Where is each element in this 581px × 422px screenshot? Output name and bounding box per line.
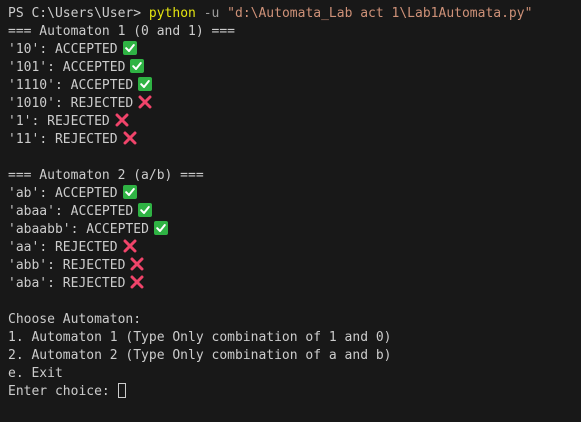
result-input: 'ab' [8,186,40,201]
result-input: 'aa' [8,240,40,255]
result-input: '10' [8,42,40,57]
menu-option-1: 1. Automaton 1 (Type Only combination of… [8,330,392,345]
result-input: 'abaabb' [8,222,71,237]
menu-option-2: 2. Automaton 2 (Type Only combination of… [8,348,392,363]
check-icon [153,221,168,239]
result-status: REJECTED [62,258,126,273]
check-icon [130,59,145,77]
result-status: ACCEPTED [70,78,134,93]
command-flag: -u [203,6,220,21]
result-input: '11' [8,132,40,147]
input-label: Enter choice: [8,384,118,399]
result-input: '1' [8,114,32,129]
check-icon [122,185,137,203]
result-status: REJECTED [47,114,110,129]
result-line: 'abaa': ACCEPTED [8,203,581,221]
check-icon [138,77,153,95]
result-input: 'aba' [8,276,48,291]
cross-icon [123,131,137,149]
result-input: 'abaa' [8,204,55,219]
check-icon [138,203,153,221]
result-line: '1010': REJECTED [8,95,581,113]
result-line: 'aa': REJECTED [8,239,581,257]
result-status: ACCEPTED [86,222,149,237]
result-line: 'abaabb': ACCEPTED [8,221,581,239]
command-name: python [148,6,196,21]
result-status: REJECTED [54,132,118,147]
cross-icon [115,113,129,131]
result-status: ACCEPTED [70,204,134,219]
result-line: 'aba': REJECTED [8,275,581,293]
result-status: ACCEPTED [54,42,118,57]
result-line: '11': REJECTED [8,131,581,149]
terminal-panel[interactable]: PS C:\Users\User> python -u "d:\Automata… [0,0,581,422]
prompt-line: PS C:\Users\User> python -u "d:\Automata… [8,5,581,23]
result-line: '10': ACCEPTED [8,41,581,59]
menu-title: Choose Automaton: [8,312,142,327]
result-status: REJECTED [54,240,118,255]
text-cursor[interactable] [117,383,126,398]
result-line: '101': ACCEPTED [8,59,581,77]
result-input: '1110' [8,78,55,93]
result-line: '1110': ACCEPTED [8,77,581,95]
cross-icon [123,239,137,257]
result-status: REJECTED [62,276,126,291]
script-path: "d:\Automata_Lab act 1\Lab1Automata.py" [227,6,533,21]
result-input: 'abb' [8,258,48,273]
result-input: '1010' [8,96,55,111]
section-header: === Automaton 2 (a/b) === [8,168,204,183]
check-icon [122,41,137,59]
menu-option-exit: e. Exit [8,366,63,381]
result-status: ACCEPTED [54,186,118,201]
input-line[interactable]: Enter choice: [8,383,581,401]
cross-icon [130,275,144,293]
result-input: '101' [8,60,48,75]
result-status: REJECTED [70,96,134,111]
section-header: === Automaton 1 (0 and 1) === [8,24,235,39]
prompt-path: PS C:\Users\User> [8,6,149,21]
result-line: 'abb': REJECTED [8,257,581,275]
result-line: 'ab': ACCEPTED [8,185,581,203]
result-status: ACCEPTED [62,60,126,75]
cross-icon [138,95,152,113]
cross-icon [130,257,144,275]
result-line: '1': REJECTED [8,113,581,131]
